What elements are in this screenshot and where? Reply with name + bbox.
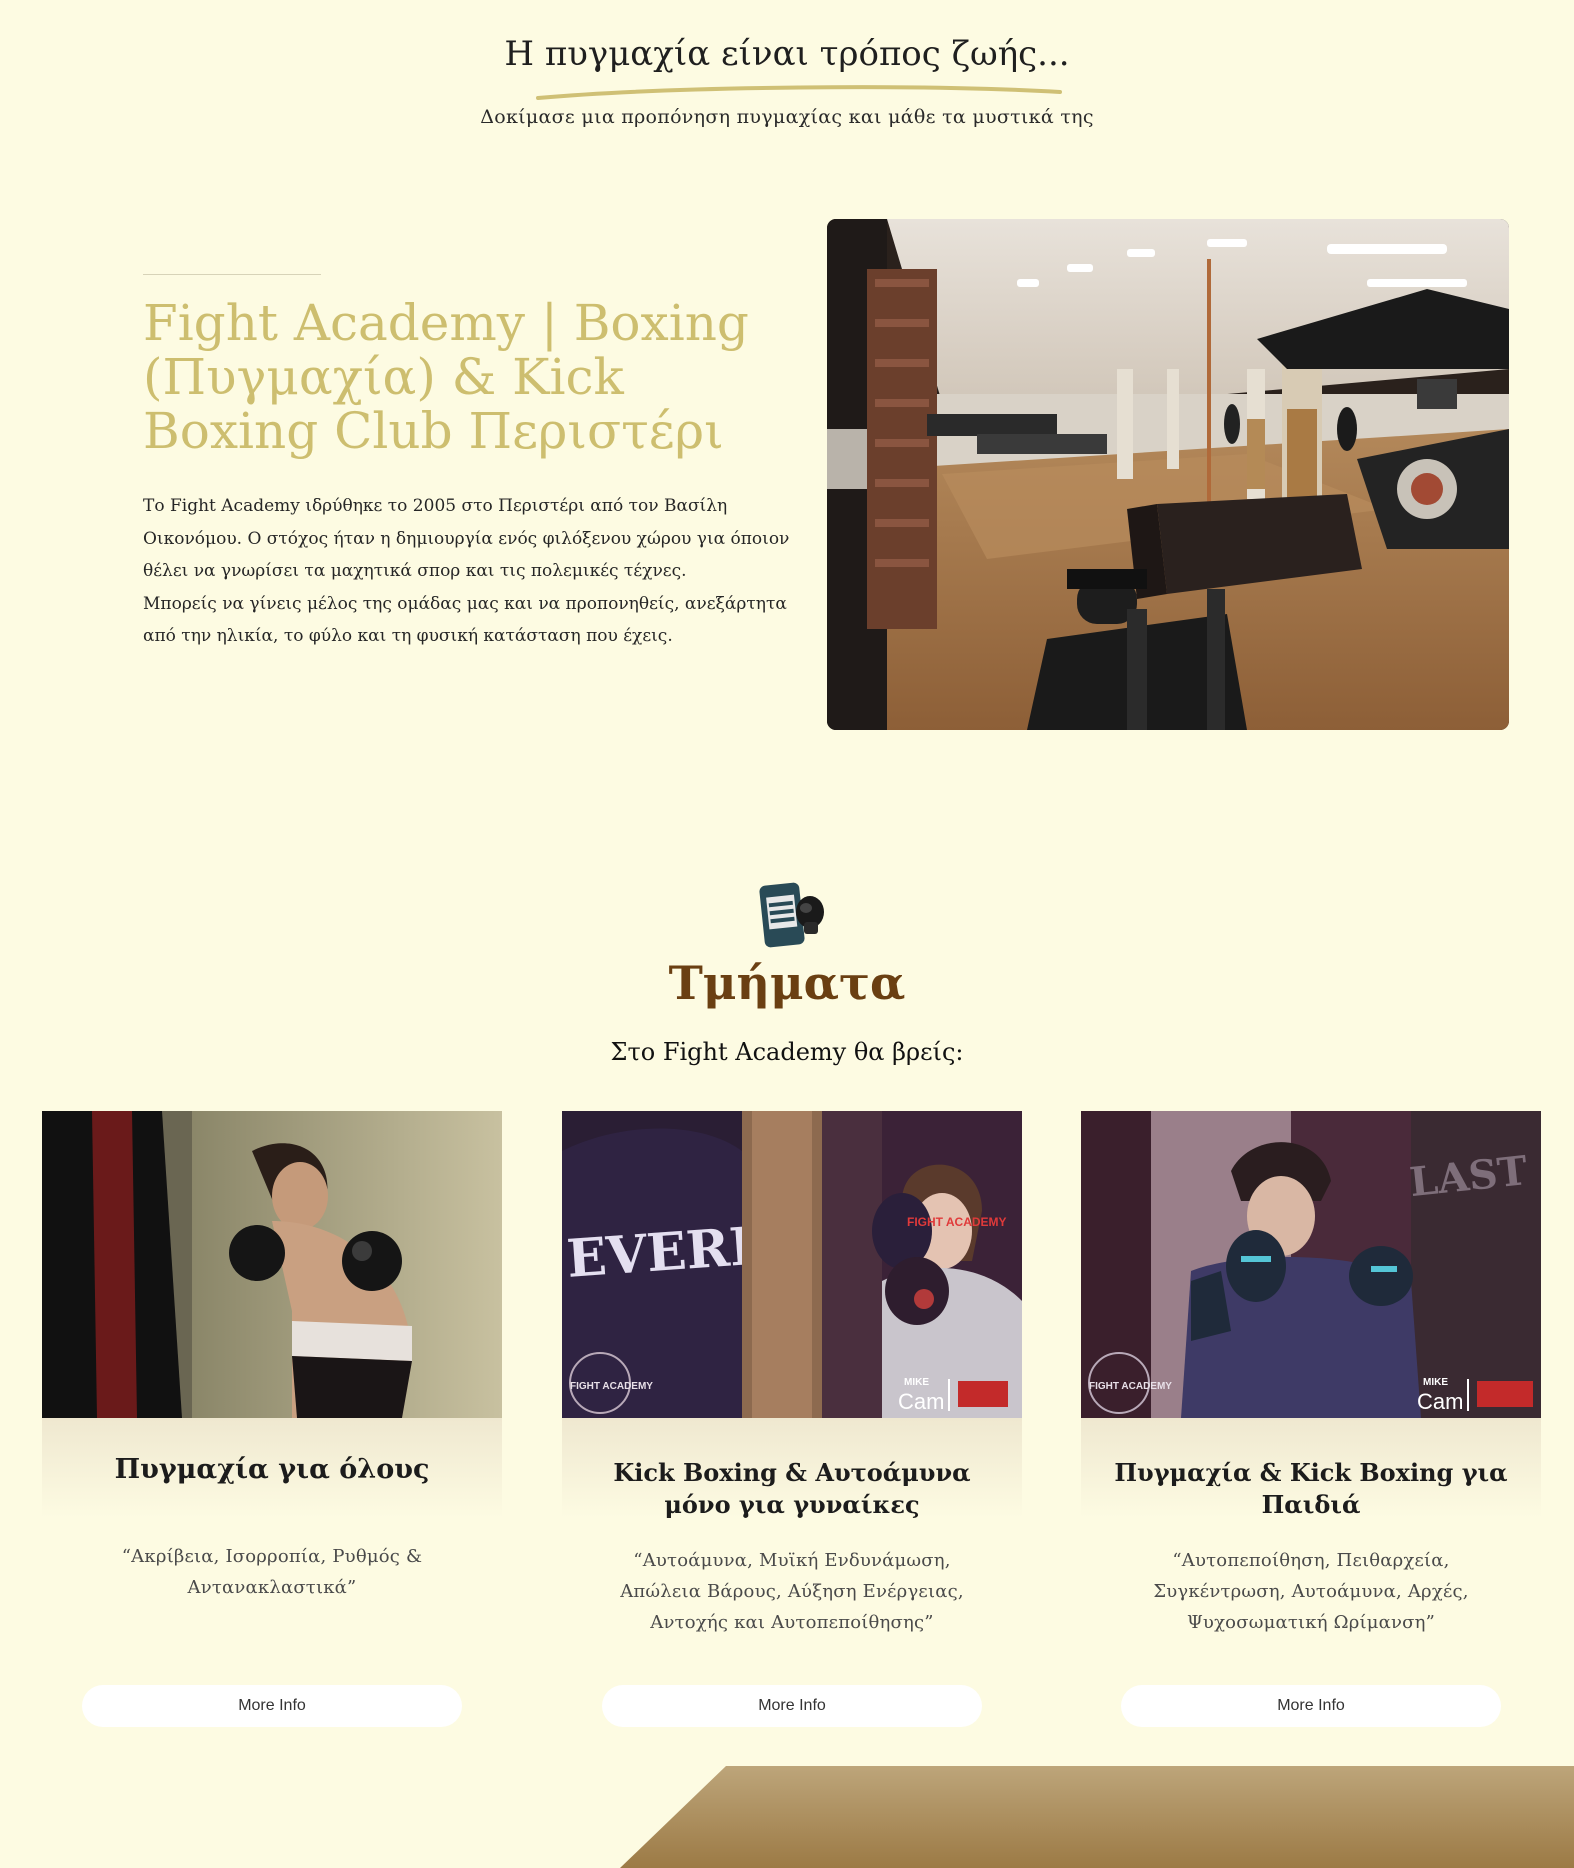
intro-text: Το Fight Academy ιδρύθηκε το 2005 στο Πε… <box>143 490 793 653</box>
gym-logo-text: FIGHT ACADEMY <box>570 1381 653 1392</box>
kid-boxer-photo: LAST FIGHT ACADEMY MIKE Cam <box>1081 1111 1541 1418</box>
gym-logo-text: FIGHT ACADEMY <box>1089 1381 1172 1392</box>
gym-interior-photo <box>827 219 1509 730</box>
departments-title: Τμήματα <box>668 956 906 1010</box>
more-info-button[interactable]: More Info <box>1121 1685 1501 1727</box>
more-info-button[interactable]: More Info <box>602 1685 982 1727</box>
department-card-boxing-for-all: Πυγμαχία για όλους “Ακρίβεια, Ισορροπία,… <box>42 1111 502 1741</box>
hero-title: Η πυγμαχία είναι τρόπος ζωής... <box>504 34 1070 74</box>
card-title: Πυγμαχία & Kick Boxing για Παιδιά <box>1114 1458 1508 1519</box>
card-description: “Ακρίβεια, Ισορροπία, Ρυθμός & Αντανακλα… <box>121 1546 423 1598</box>
intro-heading: Fight Academy | Boxing (Πυγμαχία) & Kick… <box>143 294 749 460</box>
footer-decorative-shape <box>620 1766 1574 1868</box>
photographer-logo-line2: Cam <box>898 1389 944 1414</box>
photographer-logo-line1: MIKE <box>1423 1377 1448 1388</box>
woman-boxer-photo: EVERLAST FIGHT ACADEMY FIGHT ACADEMY MIK… <box>562 1111 1022 1418</box>
boxing-bag-glove-icon <box>759 882 824 948</box>
card-description: “Αυτοάμυνα, Μυϊκή Ενδυνάμωση, Απώλεια Βά… <box>620 1550 964 1633</box>
intro-paragraph-2: Μπορείς να γίνεις μέλος της ομάδας μας κ… <box>143 593 787 647</box>
card-title: Πυγμαχία για όλους <box>114 1454 430 1485</box>
hero-underline <box>536 85 1062 100</box>
more-info-button[interactable]: More Info <box>82 1685 462 1727</box>
departments-subtitle: Στο Fight Academy θα βρείς: <box>610 1038 964 1066</box>
photographer-logo-line1: MIKE <box>904 1377 929 1388</box>
hero-subtitle: Δοκίμασε μια προπόνηση πυγμαχίας και μάθ… <box>480 106 1094 128</box>
photographer-logo-line2: Cam <box>1417 1389 1463 1414</box>
card-title: Kick Boxing & Αυτοάμυνα μόνο για γυναίκε… <box>613 1458 971 1519</box>
glove-logo-text: FIGHT ACADEMY <box>907 1215 1007 1229</box>
card-description: “Αυτοπεποίθηση, Πειθαρχεία, Συγκέντρωση,… <box>1153 1550 1469 1633</box>
boxer-man-photo <box>42 1111 502 1418</box>
intro-divider <box>143 274 321 275</box>
department-card-kids: LAST FIGHT ACADEMY MIKE Cam Πυγμαχία & K… <box>1081 1111 1541 1741</box>
intro-paragraph-1: Το Fight Academy ιδρύθηκε το 2005 στο Πε… <box>143 496 790 581</box>
department-card-women-kickboxing: EVERLAST FIGHT ACADEMY FIGHT ACADEMY MIK… <box>562 1111 1022 1741</box>
